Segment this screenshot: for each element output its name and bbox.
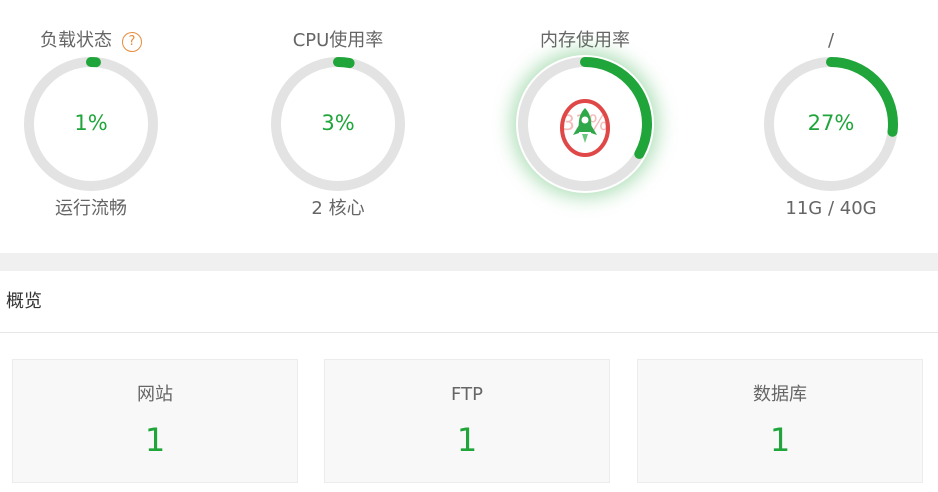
gauge-load: 负载状态? 1% 运行流畅 xyxy=(1,0,181,253)
question-icon[interactable]: ? xyxy=(122,32,142,52)
gauge-cpu: CPU使用率 3% 2 核心 xyxy=(248,0,428,253)
gauge-value: 1% xyxy=(74,111,108,135)
gauge-title: 内存使用率 xyxy=(540,30,630,51)
overview-card-website[interactable]: 网站 1 xyxy=(12,359,298,483)
gauge-title: / xyxy=(827,30,835,51)
rocket-icon[interactable] xyxy=(555,98,615,158)
gauge-title: CPU使用率 xyxy=(292,30,384,51)
overview-card-database[interactable]: 数据库 1 xyxy=(637,359,923,483)
card-label: FTP xyxy=(451,384,483,405)
section-divider xyxy=(0,253,938,271)
card-value[interactable]: 1 xyxy=(13,422,297,458)
gauge-subtitle: 运行流畅 xyxy=(55,198,127,219)
gauge-disk: / 27% 11G / 40G xyxy=(741,0,921,253)
card-label: 数据库 xyxy=(753,384,807,405)
status-gauges: 负载状态? 1% 运行流畅 CPU使用率 3% 2 核心 内存使用率 / 27%… xyxy=(0,0,938,253)
card-value[interactable]: 1 xyxy=(325,422,609,458)
gauge-title-text: 负载状态 xyxy=(40,30,112,51)
card-label: 网站 xyxy=(137,384,173,405)
gauge-subtitle: 11G / 40G xyxy=(785,198,877,219)
overview-title: 概览 xyxy=(0,271,938,333)
gauge-memory: 内存使用率 33% xyxy=(495,0,675,253)
overview-cards: 网站 1 FTP 1 数据库 1 xyxy=(0,333,938,491)
card-value[interactable]: 1 xyxy=(638,422,922,458)
gauge-value: 3% xyxy=(321,111,355,135)
gauge-title: 负载状态? xyxy=(1,30,181,52)
overview-card-ftp[interactable]: FTP 1 xyxy=(324,359,610,483)
gauge-subtitle: 2 核心 xyxy=(311,198,365,219)
gauge-value: 27% xyxy=(807,111,855,135)
